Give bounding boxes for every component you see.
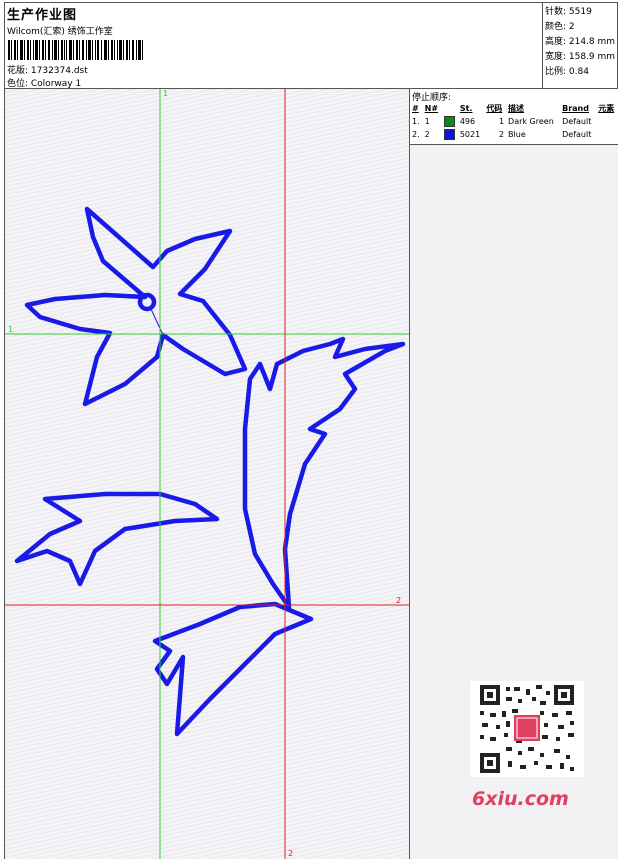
colorway-label: 色位: Colorway 1 bbox=[7, 79, 82, 89]
header: 生产作业图 Wilcom(汇索) 绣饰工作室 花版: 1732374.dst 色… bbox=[5, 3, 617, 89]
row-code: 1 bbox=[498, 117, 505, 126]
row-stitches: 496 bbox=[459, 117, 476, 126]
row-num: 2. bbox=[412, 130, 420, 139]
flower-center bbox=[137, 292, 157, 312]
studio-subtitle: Wilcom(汇索) 绣饰工作室 bbox=[7, 27, 113, 37]
row-n: 1 bbox=[424, 117, 430, 126]
row-num: 1. bbox=[412, 117, 420, 126]
row-desc: Dark Green bbox=[508, 117, 554, 126]
col-header: 元素 bbox=[598, 104, 615, 113]
row-stitches: 5021 bbox=[459, 130, 481, 139]
col-header: 代码 bbox=[486, 104, 503, 113]
page-title: 生产作业图 bbox=[7, 8, 78, 23]
green-axis-label-top: 1 bbox=[163, 89, 169, 98]
barcode-icon bbox=[8, 40, 143, 60]
stop-sequence-heading: 停止顺序: bbox=[412, 93, 452, 103]
design-filename: 花版: 1732374.dst bbox=[7, 66, 88, 76]
row-code: 2 bbox=[498, 130, 505, 139]
color-swatch bbox=[443, 129, 455, 140]
stop-sequence-table: # N# St. 代码 描述 Brand 元素 1. 1 496 1 Dark … bbox=[410, 102, 618, 141]
embroidery-drawing bbox=[5, 89, 409, 859]
row-desc: Blue bbox=[508, 130, 526, 139]
stem-right bbox=[242, 336, 406, 610]
color-count: 颜色: 2 bbox=[545, 22, 575, 32]
col-header: 描述 bbox=[508, 104, 525, 113]
design-scale: 比例: 0.84 bbox=[545, 67, 589, 77]
bottom-leaf bbox=[152, 601, 314, 737]
stop-sequence-box: 停止顺序: # N# St. 代码 描述 Brand 元素 1. 1 496 1… bbox=[410, 89, 618, 145]
flower-pistil bbox=[150, 308, 164, 336]
watermark-logo: 6xiu.com bbox=[472, 788, 569, 810]
row-brand: Default bbox=[562, 130, 592, 139]
row-brand: Default bbox=[562, 117, 592, 126]
stitch-count: 针数: 5519 bbox=[545, 7, 592, 17]
col-header: # bbox=[412, 104, 419, 113]
left-leaf bbox=[14, 491, 220, 587]
green-axis-label-left: 1 bbox=[8, 325, 14, 334]
design-preview: 1 1 2 2 bbox=[5, 89, 410, 859]
flower-petals bbox=[24, 206, 248, 407]
red-axis-label-bottom: 2 bbox=[288, 849, 294, 858]
color-swatch bbox=[443, 116, 455, 127]
col-header: N# bbox=[424, 104, 439, 113]
embroidery-stitches bbox=[14, 206, 406, 737]
qr-code-icon bbox=[470, 681, 584, 777]
row-n: 2 bbox=[424, 130, 430, 139]
table-row: 1. 1 496 1 Dark Green Default bbox=[410, 115, 618, 128]
table-header-row: # N# St. 代码 描述 Brand 元素 bbox=[410, 102, 618, 115]
col-header: Brand bbox=[562, 104, 589, 113]
design-height: 高度: 214.8 mm bbox=[545, 37, 616, 47]
col-header: St. bbox=[459, 104, 473, 113]
design-width: 宽度: 158.9 mm bbox=[545, 52, 616, 62]
stats-panel: 针数: 5519 颜色: 2 高度: 214.8 mm 宽度: 158.9 mm… bbox=[542, 3, 618, 89]
red-axis-label-right: 2 bbox=[396, 596, 402, 605]
col-header bbox=[442, 102, 458, 115]
table-row: 2. 2 5021 2 Blue Default bbox=[410, 128, 618, 141]
